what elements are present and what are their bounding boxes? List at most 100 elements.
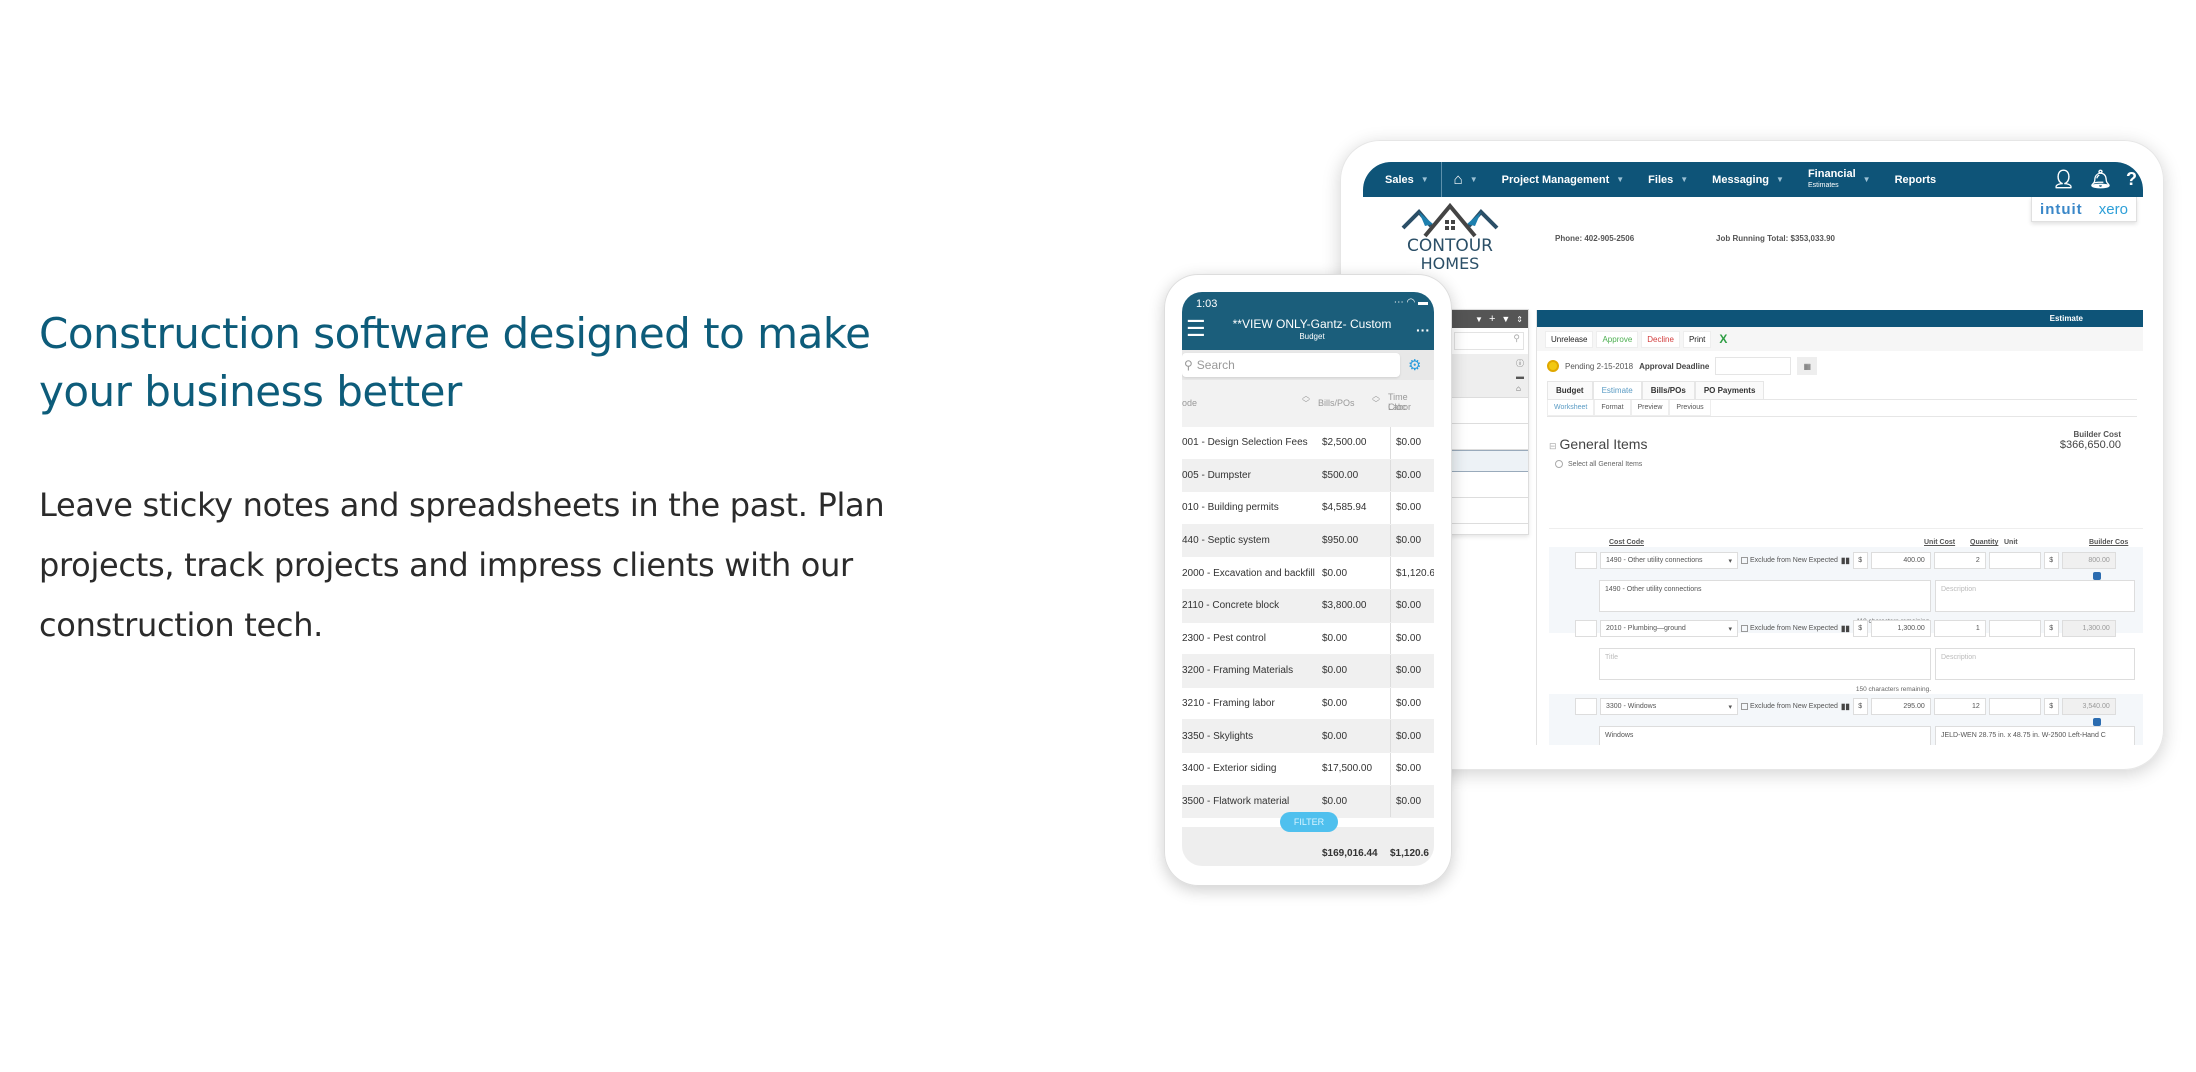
subtab-format[interactable]: Format bbox=[1594, 400, 1631, 416]
decline-button[interactable]: Decline bbox=[1641, 330, 1680, 348]
col-unit-cost[interactable]: Unit Cost bbox=[1924, 539, 1955, 546]
cost-code-select[interactable]: 2010 - Plumbing—ground ▾ bbox=[1600, 620, 1738, 637]
col-builder-cost[interactable]: Builder Cos bbox=[2089, 539, 2128, 546]
budget-row[interactable]: 3210 - Framing labor $0.00 $0.00 bbox=[1182, 687, 1434, 721]
help-icon[interactable]: ? bbox=[2126, 169, 2137, 190]
unit-input[interactable] bbox=[1988, 552, 2041, 569]
checkbox[interactable] bbox=[1741, 625, 1748, 632]
job-list-item[interactable] bbox=[1450, 398, 1528, 424]
line-item-checkbox[interactable] bbox=[1575, 620, 1597, 637]
budget-row[interactable]: 3200 - Framing Materials $0.00 $0.00 bbox=[1182, 655, 1434, 688]
tab-budget[interactable]: Budget bbox=[1547, 381, 1593, 399]
budget-row[interactable]: 3400 - Exterior siding $17,500.00 $0.00 bbox=[1182, 752, 1434, 786]
approve-button[interactable]: Approve bbox=[1596, 330, 1639, 348]
line-item-row: 1490 - Other utility connections ▾ Exclud… bbox=[1575, 552, 2116, 569]
unit-input[interactable] bbox=[1988, 698, 2041, 715]
sort-icon[interactable]: ︿ ﹀ bbox=[1372, 392, 1380, 408]
info-icon[interactable]: ▮▮ bbox=[1841, 624, 1850, 633]
info-icon[interactable]: ⓘ bbox=[1516, 358, 1524, 369]
calendar-icon[interactable]: ▦ bbox=[1797, 357, 1818, 375]
info-icon[interactable]: ▮▮ bbox=[1841, 556, 1850, 565]
subtab-preview[interactable]: Preview bbox=[1630, 400, 1670, 416]
select-all-radio[interactable] bbox=[1555, 460, 1563, 468]
sort-icon[interactable]: ⇕ bbox=[1516, 315, 1523, 324]
print-button[interactable]: Print bbox=[1682, 330, 1712, 348]
expand-handle-icon[interactable] bbox=[2093, 572, 2101, 580]
filter-button[interactable]: FILTER bbox=[1280, 812, 1338, 832]
checkbox[interactable] bbox=[1741, 703, 1748, 710]
exclude-checkbox[interactable]: Exclude from New Expected bbox=[1741, 557, 1838, 564]
checkbox[interactable] bbox=[1741, 557, 1748, 564]
budget-row[interactable]: 010 - Building permits $4,585.94 $0.00 bbox=[1182, 492, 1434, 525]
quantity-input[interactable]: 2 bbox=[1933, 552, 1986, 569]
budget-row[interactable]: 2110 - Concrete block $3,800.00 $0.00 bbox=[1182, 589, 1434, 623]
item-description-textarea[interactable]: Description bbox=[1935, 580, 2135, 612]
item-title-textarea[interactable]: Title bbox=[1599, 648, 1931, 680]
message-icon[interactable]: ▬ bbox=[1516, 372, 1524, 381]
cost-code-select[interactable]: 1490 - Other utility connections ▾ bbox=[1600, 552, 1738, 569]
hamburger-menu-icon[interactable]: ☰ bbox=[1186, 318, 1206, 340]
filter-icon[interactable]: ▼ bbox=[1501, 314, 1510, 324]
budget-row[interactable]: 440 - Septic system $950.00 $0.00 bbox=[1182, 524, 1434, 558]
integrations-badge[interactable]: intuit xero bbox=[2031, 197, 2137, 222]
more-options-icon[interactable]: ··· bbox=[1416, 322, 1430, 338]
nav-reports[interactable]: Reports bbox=[1883, 162, 1949, 197]
tab-bills-pos[interactable]: Bills/POs bbox=[1641, 381, 1695, 399]
job-list-item-selected[interactable] bbox=[1450, 450, 1528, 472]
exclude-checkbox[interactable]: Exclude from New Expected bbox=[1741, 703, 1838, 710]
item-description-textarea[interactable]: Description bbox=[1935, 648, 2135, 680]
item-title-textarea[interactable]: Windows bbox=[1599, 726, 1931, 745]
job-list-item[interactable] bbox=[1450, 424, 1528, 450]
job-list-item[interactable]: ⓘ ▬ ⌂ bbox=[1450, 354, 1528, 398]
line-item-checkbox[interactable] bbox=[1575, 698, 1597, 715]
excel-export-icon[interactable]: X bbox=[1714, 329, 1732, 349]
item-title-textarea[interactable]: 1490 - Other utility connections bbox=[1599, 580, 1931, 612]
job-search-input[interactable]: ⚲ bbox=[1454, 332, 1524, 350]
chevron-down-icon[interactable]: ▼ bbox=[1475, 315, 1483, 324]
nav-files[interactable]: Files ▼ bbox=[1636, 162, 1700, 197]
quantity-input[interactable]: 12 bbox=[1933, 698, 1986, 715]
job-list-item[interactable] bbox=[1450, 472, 1528, 498]
job-list-item[interactable] bbox=[1450, 498, 1528, 524]
info-icon[interactable]: ▮▮ bbox=[1841, 702, 1850, 711]
quantity-input[interactable]: 1 bbox=[1933, 620, 1986, 637]
unit-cost-input[interactable]: 295.00 bbox=[1870, 698, 1931, 715]
nav-messaging[interactable]: Messaging ▼ bbox=[1700, 162, 1796, 197]
col-cost-code[interactable]: Cost Code bbox=[1609, 539, 1644, 546]
col-bills-pos[interactable]: Bills/POs bbox=[1318, 398, 1355, 408]
nav-financial[interactable]: Financial Estimates ▼ bbox=[1796, 162, 1883, 197]
item-description-textarea[interactable]: JELD-WEN 28.75 in. x 48.75 in. W-2500 Le… bbox=[1935, 726, 2135, 745]
budget-row[interactable]: 005 - Dumpster $500.00 $0.00 bbox=[1182, 459, 1434, 493]
col-quantity[interactable]: Quantity bbox=[1970, 539, 1998, 546]
budget-row[interactable]: 001 - Design Selection Fees $2,500.00 $0.0… bbox=[1182, 427, 1434, 460]
add-icon[interactable]: + bbox=[1489, 313, 1495, 325]
gear-icon[interactable]: ⚙ bbox=[1408, 356, 1421, 374]
home-icon[interactable]: ⌂ bbox=[1516, 384, 1524, 393]
subtab-previous[interactable]: Previous bbox=[1669, 400, 1711, 416]
subtab-worksheet[interactable]: Worksheet bbox=[1547, 400, 1595, 416]
approval-deadline-input[interactable] bbox=[1715, 357, 1792, 375]
nav-home[interactable]: ⌂ ▼ bbox=[1442, 162, 1490, 197]
tab-po-payments[interactable]: PO Payments bbox=[1694, 381, 1765, 399]
nav-project-management[interactable]: Project Management ▼ bbox=[1490, 162, 1637, 197]
bell-icon[interactable]: 🔔︎ bbox=[2089, 169, 2112, 190]
line-item-checkbox[interactable] bbox=[1575, 552, 1597, 569]
col-code[interactable]: ode bbox=[1182, 398, 1197, 408]
mobile-search-input[interactable]: ⚲ Search bbox=[1182, 353, 1400, 377]
select-all-general-items[interactable]: Select all General Items bbox=[1555, 460, 1642, 468]
budget-row[interactable]: 2300 - Pest control $0.00 $0.00 bbox=[1182, 622, 1434, 656]
collapse-icon[interactable]: ⊟ bbox=[1549, 441, 1557, 451]
unrelease-button[interactable]: Unrelease bbox=[1545, 330, 1594, 348]
exclude-checkbox[interactable]: Exclude from New Expected bbox=[1741, 625, 1838, 632]
unit-cost-input[interactable]: 400.00 bbox=[1870, 552, 1931, 569]
user-icon[interactable]: 👤︎ bbox=[2052, 169, 2075, 190]
expand-handle-icon[interactable] bbox=[2093, 718, 2101, 726]
sort-icon[interactable]: ︿ ﹀ bbox=[1302, 392, 1310, 408]
budget-row[interactable]: 2000 - Excavation and backfill $0.00 $1,12… bbox=[1182, 557, 1434, 590]
nav-sales[interactable]: Sales ▼ bbox=[1363, 162, 1442, 197]
cost-code-select[interactable]: 3300 - Windows ▾ bbox=[1600, 698, 1738, 715]
budget-row[interactable]: 3350 - Skylights $0.00 $0.00 bbox=[1182, 720, 1434, 753]
unit-cost-input[interactable]: 1,300.00 bbox=[1870, 620, 1931, 637]
unit-input[interactable] bbox=[1988, 620, 2041, 637]
tab-estimate[interactable]: Estimate bbox=[1592, 381, 1642, 399]
